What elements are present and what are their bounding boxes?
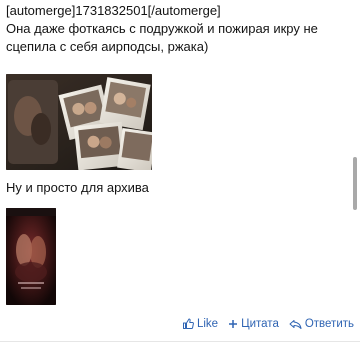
plus-icon <box>229 320 238 328</box>
post-actions: Like Цитата Ответить <box>182 318 354 330</box>
attachment-photo-collage[interactable] <box>6 74 152 170</box>
photo-thumbnail <box>6 208 56 305</box>
quote-button[interactable]: Цитата <box>228 318 279 330</box>
attachment-photo-story[interactable] <box>6 208 56 305</box>
post-text-line: Она даже фоткаясь с подружкой и пожирая … <box>6 21 318 36</box>
scrollbar-thumb[interactable] <box>353 157 357 210</box>
thumbs-up-icon <box>182 318 194 329</box>
reply-button[interactable]: Ответить <box>289 318 354 330</box>
post-text-line: Ну и просто для архива <box>6 180 149 195</box>
post-text-line: [automerge]1731832501[/automerge] <box>6 3 221 18</box>
reply-label: Ответить <box>304 318 354 330</box>
photo-thumbnail <box>6 74 152 170</box>
like-label: Like <box>196 318 219 330</box>
like-button[interactable]: Like <box>182 318 218 330</box>
post-divider <box>0 341 360 342</box>
reply-icon <box>289 319 302 329</box>
quote-label: Цитата <box>241 318 279 330</box>
post-text-line: сцепила с себя аирподсы, ржака) <box>6 39 209 54</box>
